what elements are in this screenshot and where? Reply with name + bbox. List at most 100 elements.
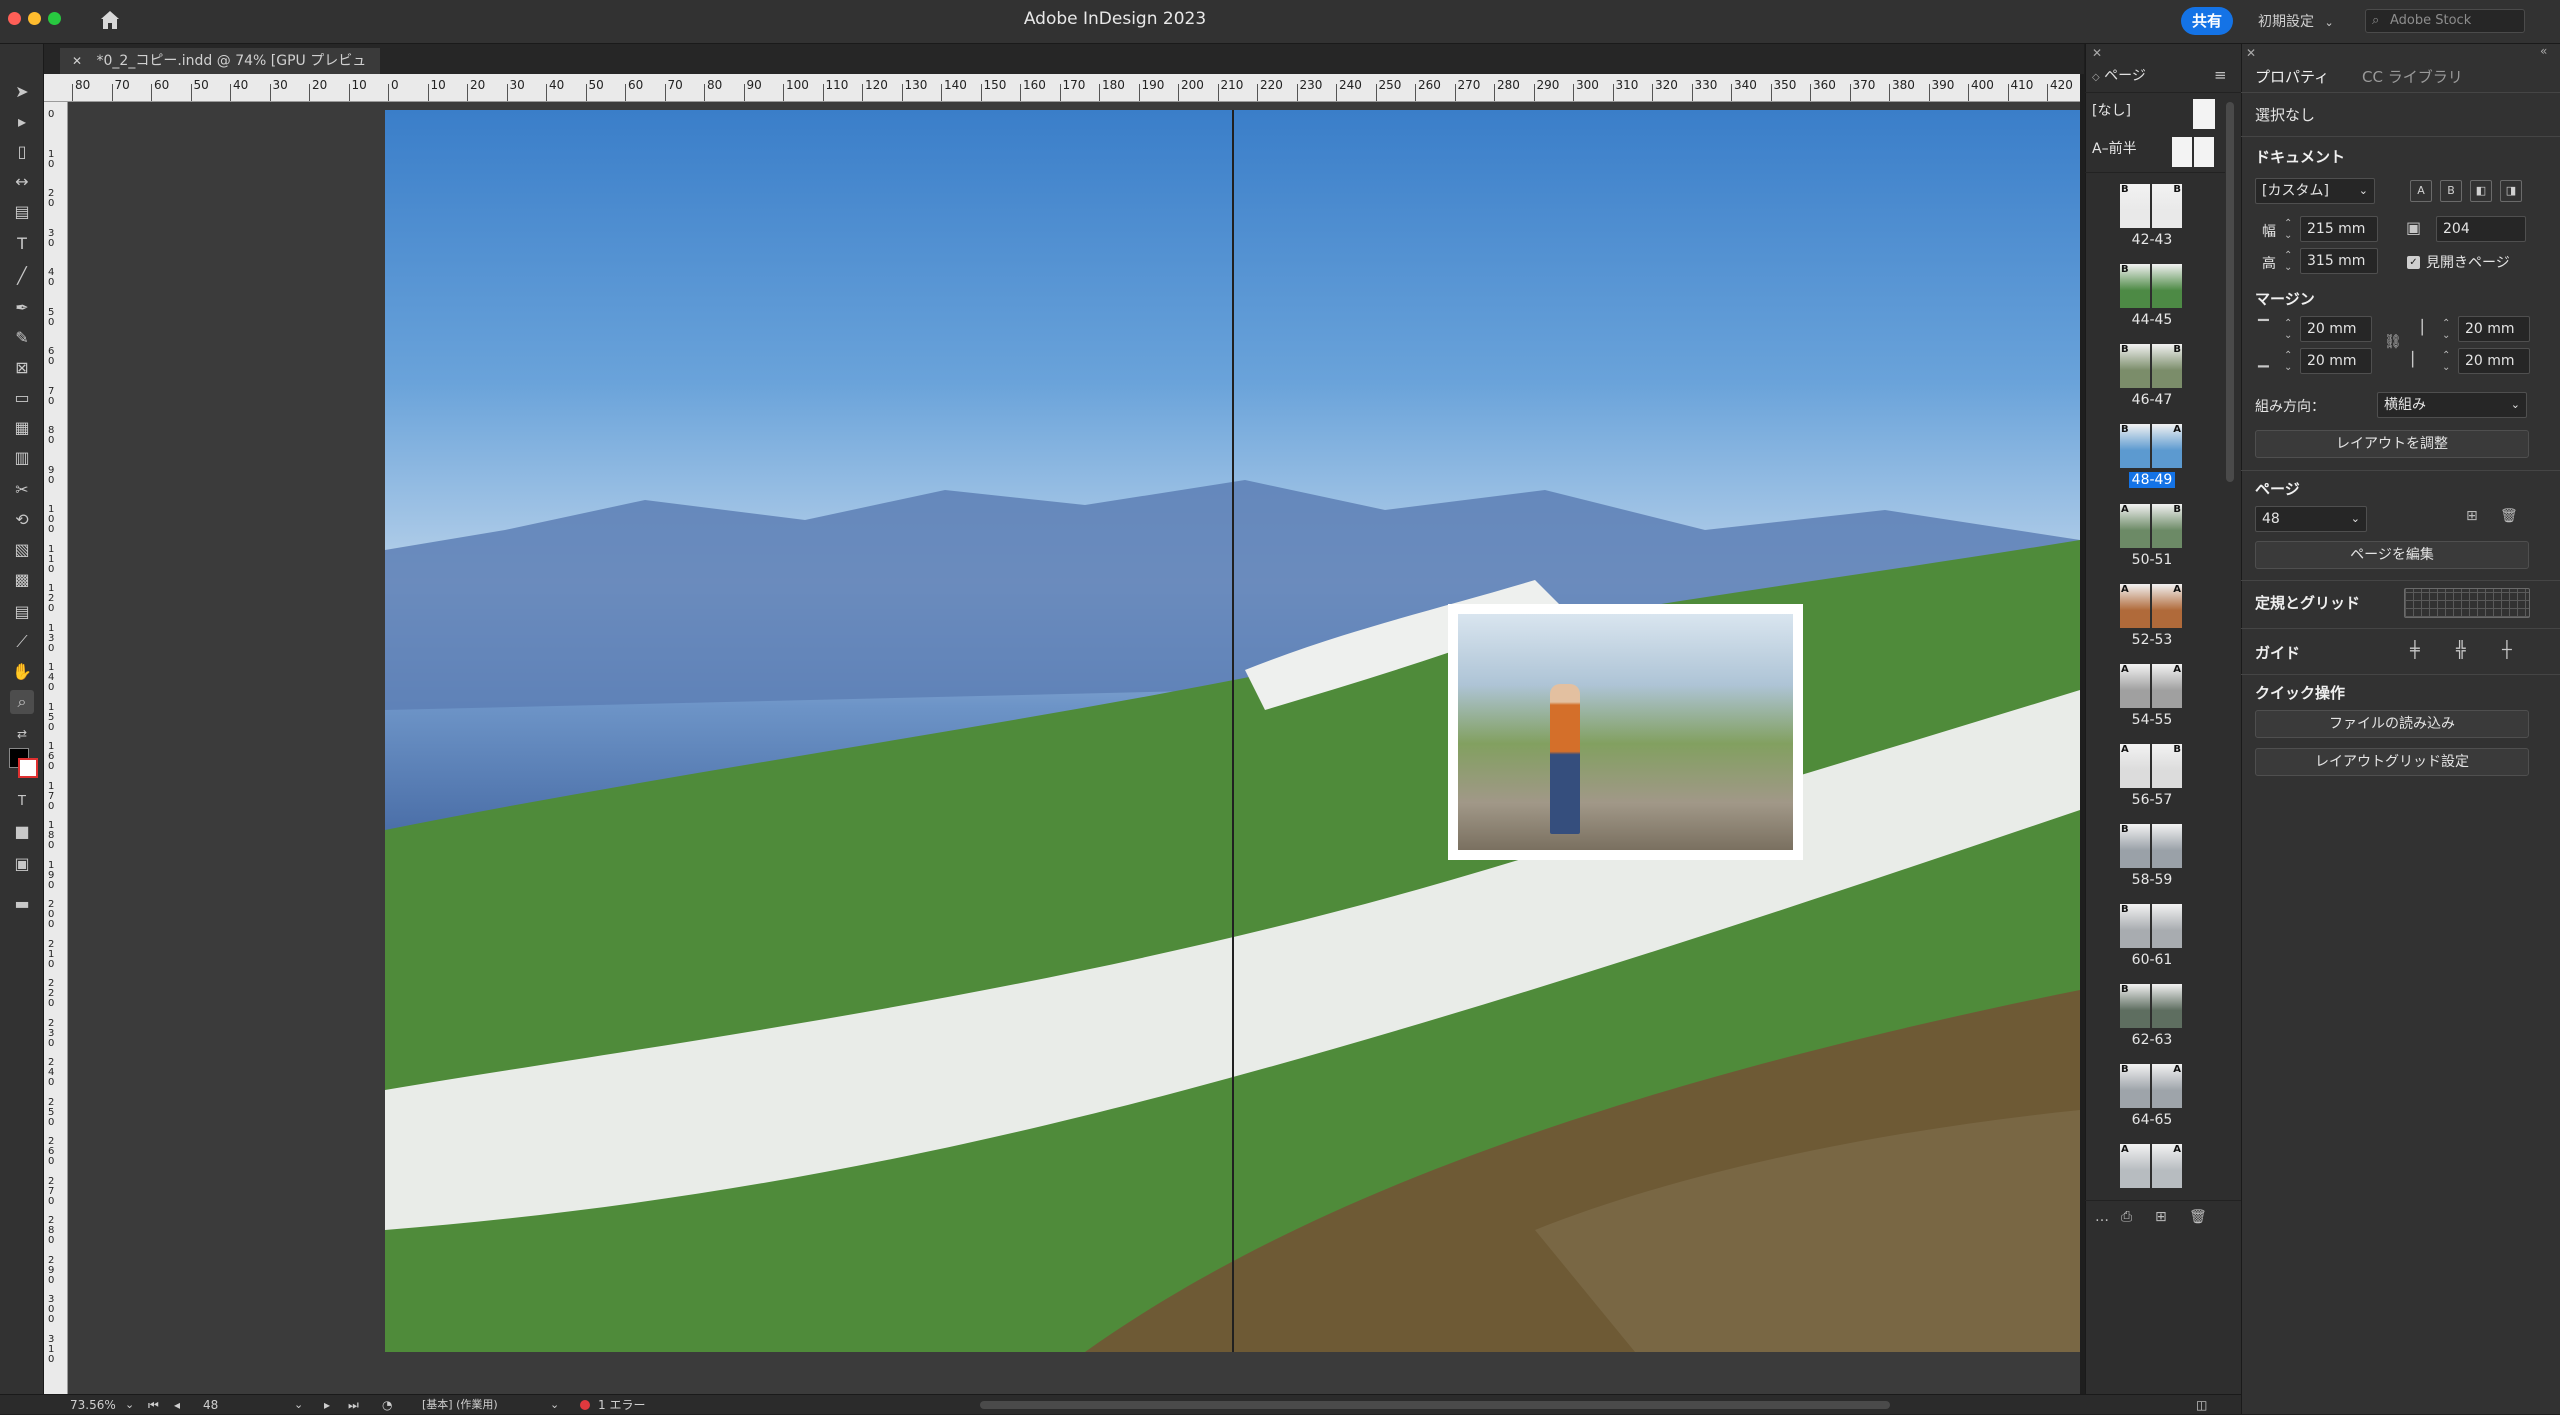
tab-properties[interactable]: プロパティ	[2255, 64, 2329, 90]
swap-colors-icon[interactable]: ⇄	[10, 722, 34, 746]
pen-tool-icon[interactable]: ✒	[10, 296, 34, 320]
spread-thumbnail[interactable]: AB	[2120, 504, 2184, 548]
spread-thumbnail[interactable]: B	[2120, 264, 2184, 308]
close-panel-icon[interactable]: ✕	[2092, 46, 2102, 60]
close-panel-icon[interactable]: ✕	[2246, 46, 2256, 60]
margin-inside-field[interactable]: 20 mm	[2458, 316, 2530, 342]
spread-thumbnail[interactable]: B	[2120, 904, 2184, 948]
previous-page-icon[interactable]: ◂	[174, 1395, 180, 1415]
pages-scrollbar[interactable]	[2226, 102, 2234, 482]
spread-thumbnail[interactable]: B	[2120, 824, 2184, 868]
page-tool-icon[interactable]: ▯	[10, 140, 34, 164]
preflight-icon[interactable]: ◔	[382, 1395, 392, 1415]
spread-label[interactable]: 50-51	[2100, 552, 2204, 568]
zoom-level[interactable]: 73.56%	[70, 1395, 116, 1415]
chain-link-icon[interactable]: ⛓	[2384, 334, 2402, 350]
binding-right-icon[interactable]: ◨	[2500, 180, 2522, 202]
chevron-down-icon[interactable]: ⌄	[294, 1395, 303, 1415]
portrait-orientation-icon[interactable]: A	[2410, 180, 2432, 202]
zoom-tool-icon[interactable]: ⌕	[10, 690, 34, 714]
table-tool-icon[interactable]: ▦	[10, 416, 34, 440]
page-size-icon[interactable]: …	[2095, 1209, 2109, 1225]
new-master-icon[interactable]: ⎙	[2121, 1209, 2132, 1225]
hand-tool-icon[interactable]: ✋	[10, 660, 34, 684]
insert-page-icon[interactable]: ⊞	[2466, 508, 2478, 524]
spread-label[interactable]: 52-53	[2100, 632, 2204, 648]
last-page-icon[interactable]: ⏭	[348, 1395, 359, 1415]
spread-label[interactable]: 48-49	[2100, 472, 2204, 488]
line-tool-icon[interactable]: ╱	[10, 264, 34, 288]
guides-lock-icon[interactable]: ╬	[2456, 640, 2466, 659]
landscape-orientation-icon[interactable]: B	[2440, 180, 2462, 202]
stroke-color-swatch[interactable]	[18, 758, 38, 778]
tab-cc-libraries[interactable]: CC ライブラリ	[2362, 64, 2463, 90]
spread-label[interactable]: 58-59	[2100, 872, 2204, 888]
width-stepper-icon[interactable]: ⌃ ⌄	[2284, 218, 2292, 242]
page-number-field[interactable]: 48	[203, 1395, 303, 1415]
spread-thumbnail[interactable]: AB	[2120, 744, 2184, 788]
delete-page-icon[interactable]: 🗑	[2500, 508, 2518, 524]
panel-toggle-icon[interactable]: ◫	[2196, 1395, 2207, 1415]
page-select[interactable]: 48 ⌄	[2255, 506, 2367, 532]
apply-color-icon[interactable]: ■	[10, 820, 34, 844]
spread-label[interactable]: 62-63	[2100, 1032, 2204, 1048]
delete-page-icon[interactable]: 🗑	[2189, 1209, 2207, 1225]
import-file-button[interactable]: ファイルの読み込み	[2255, 710, 2529, 738]
spread-label[interactable]: 42-43	[2100, 232, 2204, 248]
gradient-feather-tool-icon[interactable]: ▩	[10, 568, 34, 592]
spread-thumbnail[interactable]: B	[2120, 984, 2184, 1028]
document-tab[interactable]: ✕ *0_2_コピー.indd @ 74% [GPU プレビュー]	[60, 48, 380, 95]
screen-mode-icon[interactable]: ▣	[10, 852, 34, 876]
document-preset-select[interactable]: [カスタム] ⌄	[2255, 178, 2375, 204]
next-page-icon[interactable]: ▸	[324, 1395, 330, 1415]
spread-thumbnail[interactable]: AA	[2120, 664, 2184, 708]
first-page-icon[interactable]: ⏮	[148, 1395, 159, 1415]
rectangle-frame-tool-icon[interactable]: ⊠	[10, 356, 34, 380]
margin-outside-field[interactable]: 20 mm	[2458, 348, 2530, 374]
spread-thumbnail[interactable]: BB	[2120, 184, 2184, 228]
height-stepper-icon[interactable]: ⌃ ⌄	[2284, 250, 2292, 274]
layout-grid-settings-button[interactable]: レイアウトグリッド設定	[2255, 748, 2529, 776]
chevron-down-icon[interactable]: ⌄	[550, 1395, 559, 1415]
binding-select[interactable]: 横組み ⌄	[2377, 392, 2527, 418]
spread-label[interactable]: 54-55	[2100, 712, 2204, 728]
spread-thumbnail[interactable]: AA	[2120, 584, 2184, 628]
margin-inside-stepper-icon[interactable]: ⌃ ⌄	[2442, 318, 2450, 342]
rectangle-tool-icon[interactable]: ▭	[10, 386, 34, 410]
width-field[interactable]: 215 mm	[2300, 216, 2378, 242]
rulers-grids-icon[interactable]	[2404, 588, 2530, 618]
horizontal-ruler[interactable]: 80 70 60 50 40 30 20 10 0 10 20 30 40 50 60 70 80 90 100 11…	[60, 74, 2080, 102]
facing-pages-checkbox[interactable]: ✓	[2407, 256, 2420, 269]
gradient-swatch-tool-icon[interactable]: ▧	[10, 538, 34, 562]
pages-count-field[interactable]: 204	[2436, 216, 2526, 242]
selection-tool-icon[interactable]: ➤	[10, 80, 34, 104]
guides-show-icon[interactable]: ╪	[2410, 640, 2420, 659]
workspace-switcher[interactable]: 初期設定 ⌄	[2258, 9, 2344, 35]
spread-thumbnail[interactable]: BA	[2120, 424, 2184, 468]
inset-photo-frame[interactable]	[1448, 604, 1803, 860]
close-icon[interactable]: ✕	[72, 54, 82, 68]
vertical-ruler[interactable]: 0 1 0 2 0 3 0 4 0 5 0 6 0 7 0 8 0 9 0 1 0 0 1 1 0 1 …	[44, 102, 68, 1394]
master-page-none[interactable]: [なし]	[2092, 96, 2232, 129]
margin-bottom-stepper-icon[interactable]: ⌃ ⌄	[2284, 350, 2292, 374]
horizontal-scrollbar[interactable]	[980, 1401, 1890, 1409]
scissors-tool-icon[interactable]: ✂	[10, 478, 34, 502]
type-tool-icon[interactable]: T	[10, 232, 34, 256]
spread-label[interactable]: 56-57	[2100, 792, 2204, 808]
note-tool-icon[interactable]: ▤	[10, 600, 34, 624]
spread-label[interactable]: 64-65	[2100, 1112, 2204, 1128]
eyedropper-tool-icon[interactable]: ⟋	[10, 630, 34, 654]
error-count[interactable]: 1 エラー	[598, 1395, 645, 1415]
view-options-icon[interactable]: ▬	[10, 892, 34, 916]
direct-selection-tool-icon[interactable]: ▸	[10, 110, 34, 134]
free-transform-tool-icon[interactable]: ⟲	[10, 508, 34, 532]
margin-bottom-field[interactable]: 20 mm	[2300, 348, 2372, 374]
spread-thumbnail[interactable]: AA	[2120, 1144, 2184, 1188]
panel-menu-icon[interactable]: ≡	[2214, 66, 2227, 84]
edit-page-button[interactable]: ページを編集	[2255, 541, 2529, 569]
margin-top-stepper-icon[interactable]: ⌃ ⌄	[2284, 318, 2292, 342]
margin-outside-stepper-icon[interactable]: ⌃ ⌄	[2442, 350, 2450, 374]
chevron-down-icon[interactable]: ⌄	[125, 1395, 134, 1415]
spread-thumbnail[interactable]: BB	[2120, 344, 2184, 388]
smart-guides-icon[interactable]: ┼	[2502, 640, 2512, 659]
